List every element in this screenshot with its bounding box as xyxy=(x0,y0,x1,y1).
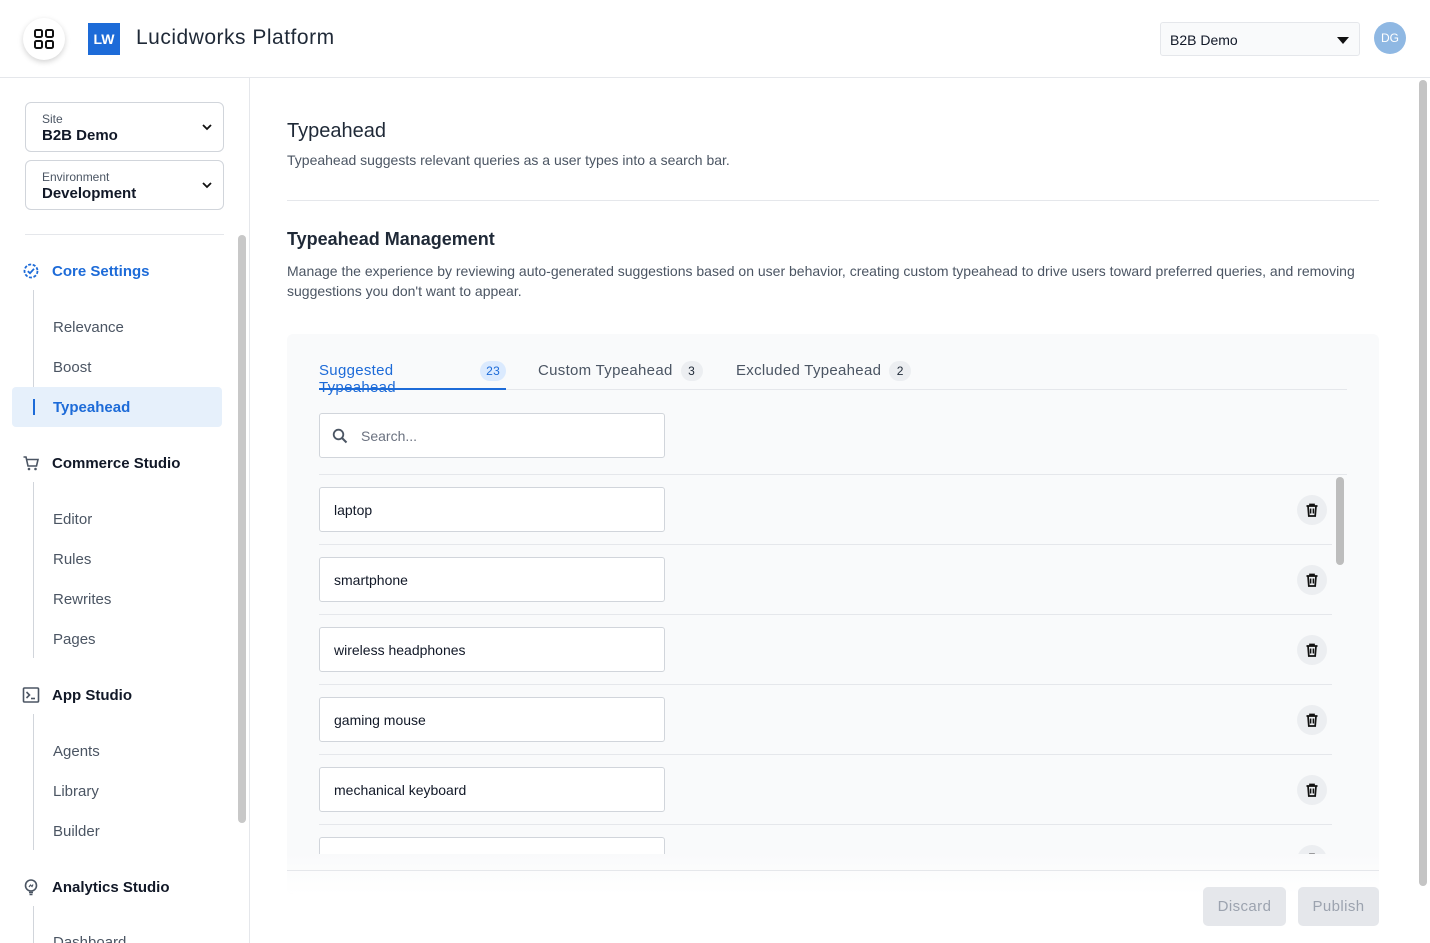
delete-button[interactable] xyxy=(1297,635,1327,665)
gear-check-icon xyxy=(22,262,40,280)
trash-icon xyxy=(1306,783,1318,797)
tab-label: Suggested Typeahead xyxy=(319,362,396,396)
management-title: Typeahead Management xyxy=(287,229,495,249)
typeahead-list: laptop smartphone wireless headphones ga… xyxy=(319,474,1347,854)
trash-icon xyxy=(1306,573,1318,587)
tab-excluded-typeahead[interactable]: Excluded Typeahead 2 xyxy=(736,361,912,390)
tree-line xyxy=(33,906,34,943)
sidebar-item-library[interactable]: Library xyxy=(53,783,99,800)
site-selector-value: B2B Demo xyxy=(42,127,118,144)
typeahead-term-field[interactable]: laptop xyxy=(319,487,665,532)
site-selector-label: Site xyxy=(42,112,63,126)
terminal-icon xyxy=(22,686,40,704)
delete-button[interactable] xyxy=(1297,495,1327,525)
management-description: Manage the experience by reviewing auto-… xyxy=(287,263,1355,299)
site-dropdown-value: B2B Demo xyxy=(1170,32,1238,48)
delete-button[interactable] xyxy=(1297,775,1327,805)
tab-count-badge: 2 xyxy=(889,361,912,381)
typeahead-panel: Suggested Typeahead 23 Custom Typeahead … xyxy=(287,334,1379,894)
chevron-down-icon xyxy=(202,124,212,131)
action-bar-divider xyxy=(287,870,1379,871)
site-selector[interactable]: Site B2B Demo xyxy=(25,102,224,152)
sidebar-section-app-studio[interactable]: App Studio xyxy=(22,686,132,704)
page-subtitle: Typeahead suggests relevant queries as a… xyxy=(287,152,730,168)
sidebar: Site B2B Demo Environment Development Co… xyxy=(0,78,250,943)
sidebar-scrollbar[interactable] xyxy=(238,235,246,823)
search-icon xyxy=(332,428,348,444)
environment-selector-value: Development xyxy=(42,185,137,202)
search-input[interactable]: Search... xyxy=(319,413,665,458)
lucidworks-logo: LW xyxy=(88,23,120,55)
sidebar-item-rewrites[interactable]: Rewrites xyxy=(53,591,111,608)
environment-selector[interactable]: Environment Development xyxy=(25,160,224,210)
sidebar-item-builder[interactable]: Builder xyxy=(53,823,100,840)
list-item: gaming mouse xyxy=(319,685,1332,755)
sidebar-section-core-settings[interactable]: Core Settings xyxy=(22,262,150,280)
cart-icon xyxy=(22,454,40,472)
tree-line xyxy=(33,714,34,850)
tab-count-badge: 3 xyxy=(680,361,703,381)
sidebar-item-dashboard[interactable]: Dashboard xyxy=(53,934,126,943)
list-item: smartphone xyxy=(319,545,1332,615)
app-launcher-button[interactable] xyxy=(23,18,65,60)
sidebar-item-agents[interactable]: Agents xyxy=(53,743,100,760)
sidebar-item-relevance[interactable]: Relevance xyxy=(53,319,124,336)
tree-line xyxy=(33,482,34,658)
tab-custom-typeahead[interactable]: Custom Typeahead 3 xyxy=(538,361,703,390)
typeahead-term-field[interactable]: smartphone xyxy=(319,557,665,602)
delete-button[interactable] xyxy=(1297,705,1327,735)
main-scrollbar[interactable] xyxy=(1419,80,1427,886)
typeahead-term-field[interactable]: gaming mouse xyxy=(319,697,665,742)
publish-button[interactable]: Publish xyxy=(1298,887,1379,926)
search-placeholder: Search... xyxy=(361,428,418,444)
list-item: mechanical keyboard xyxy=(319,755,1332,825)
tab-label: Excluded Typeahead xyxy=(736,362,882,379)
sidebar-section-commerce-studio[interactable]: Commerce Studio xyxy=(22,454,180,472)
discard-button[interactable]: Discard xyxy=(1203,887,1286,926)
sidebar-item-editor[interactable]: Editor xyxy=(53,511,92,528)
list-item: wireless headphones xyxy=(319,615,1332,685)
user-avatar[interactable]: DG xyxy=(1374,22,1406,54)
page-title: Typeahead xyxy=(287,120,386,142)
sidebar-item-typeahead[interactable]: Typeahead xyxy=(53,399,130,416)
delete-button[interactable] xyxy=(1297,565,1327,595)
lightbulb-icon xyxy=(22,878,40,896)
trash-icon xyxy=(1306,503,1318,517)
list-item: laptop xyxy=(319,475,1332,545)
tab-count-badge: 23 xyxy=(480,361,506,381)
main-content: Typeahead Typeahead suggests relevant qu… xyxy=(250,78,1418,943)
typeahead-term-field[interactable] xyxy=(319,837,665,854)
list-scrollbar[interactable] xyxy=(1336,477,1344,565)
list-item xyxy=(319,825,1332,854)
sidebar-item-boost[interactable]: Boost xyxy=(53,359,91,376)
tab-suggested-typeahead[interactable]: Suggested Typeahead 23 xyxy=(319,361,506,396)
typeahead-term-field[interactable]: wireless headphones xyxy=(319,627,665,672)
typeahead-tabs: Suggested Typeahead 23 Custom Typeahead … xyxy=(319,361,1347,396)
sidebar-item-pages[interactable]: Pages xyxy=(53,631,96,648)
delete-button[interactable] xyxy=(1297,845,1327,854)
section-label: Commerce Studio xyxy=(52,454,181,472)
section-divider xyxy=(287,200,1379,201)
top-header: LW Lucidworks Platform B2B Demo DG xyxy=(0,0,1430,78)
caret-down-icon xyxy=(1337,37,1349,44)
app-title: Lucidworks Platform xyxy=(136,26,335,49)
site-dropdown[interactable]: B2B Demo xyxy=(1160,22,1360,56)
active-indicator xyxy=(33,399,35,415)
section-label: Analytics Studio xyxy=(52,878,170,896)
section-label: Core Settings xyxy=(52,262,150,280)
sidebar-section-analytics-studio[interactable]: Analytics Studio xyxy=(22,878,170,896)
sidebar-divider xyxy=(25,234,224,235)
chevron-down-icon xyxy=(202,182,212,189)
typeahead-term-field[interactable]: mechanical keyboard xyxy=(319,767,665,812)
tab-label: Custom Typeahead xyxy=(538,362,673,379)
trash-icon xyxy=(1306,643,1318,657)
sidebar-item-rules[interactable]: Rules xyxy=(53,551,91,568)
environment-selector-label: Environment xyxy=(42,170,110,184)
section-label: App Studio xyxy=(52,686,132,704)
trash-icon xyxy=(1306,713,1318,727)
grid-icon xyxy=(34,29,54,49)
